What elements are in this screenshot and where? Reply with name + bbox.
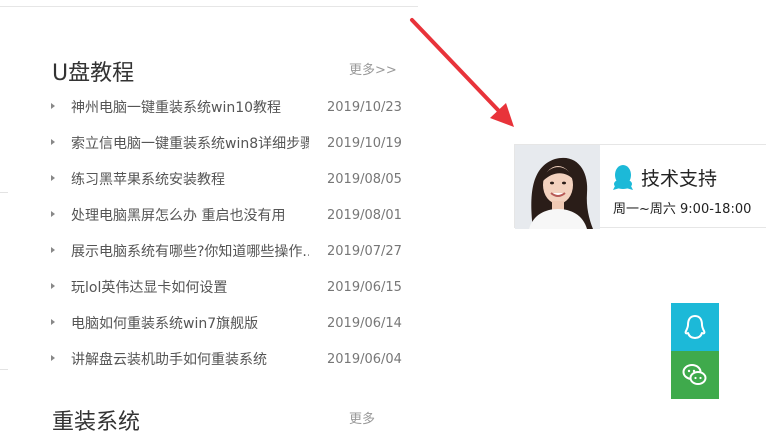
support-agent-avatar bbox=[515, 145, 600, 229]
qq-penguin-icon bbox=[613, 165, 633, 190]
qq-icon bbox=[684, 315, 706, 339]
tech-support-card[interactable]: 技术支持 周一~周六 9:00-18:00 bbox=[514, 144, 766, 229]
support-hours: 周一~周六 9:00-18:00 bbox=[613, 202, 752, 217]
support-title: 技术支持 bbox=[641, 168, 718, 190]
float-wechat-button[interactable] bbox=[671, 351, 719, 399]
float-qq-button[interactable] bbox=[671, 303, 719, 351]
wechat-icon bbox=[682, 364, 707, 385]
